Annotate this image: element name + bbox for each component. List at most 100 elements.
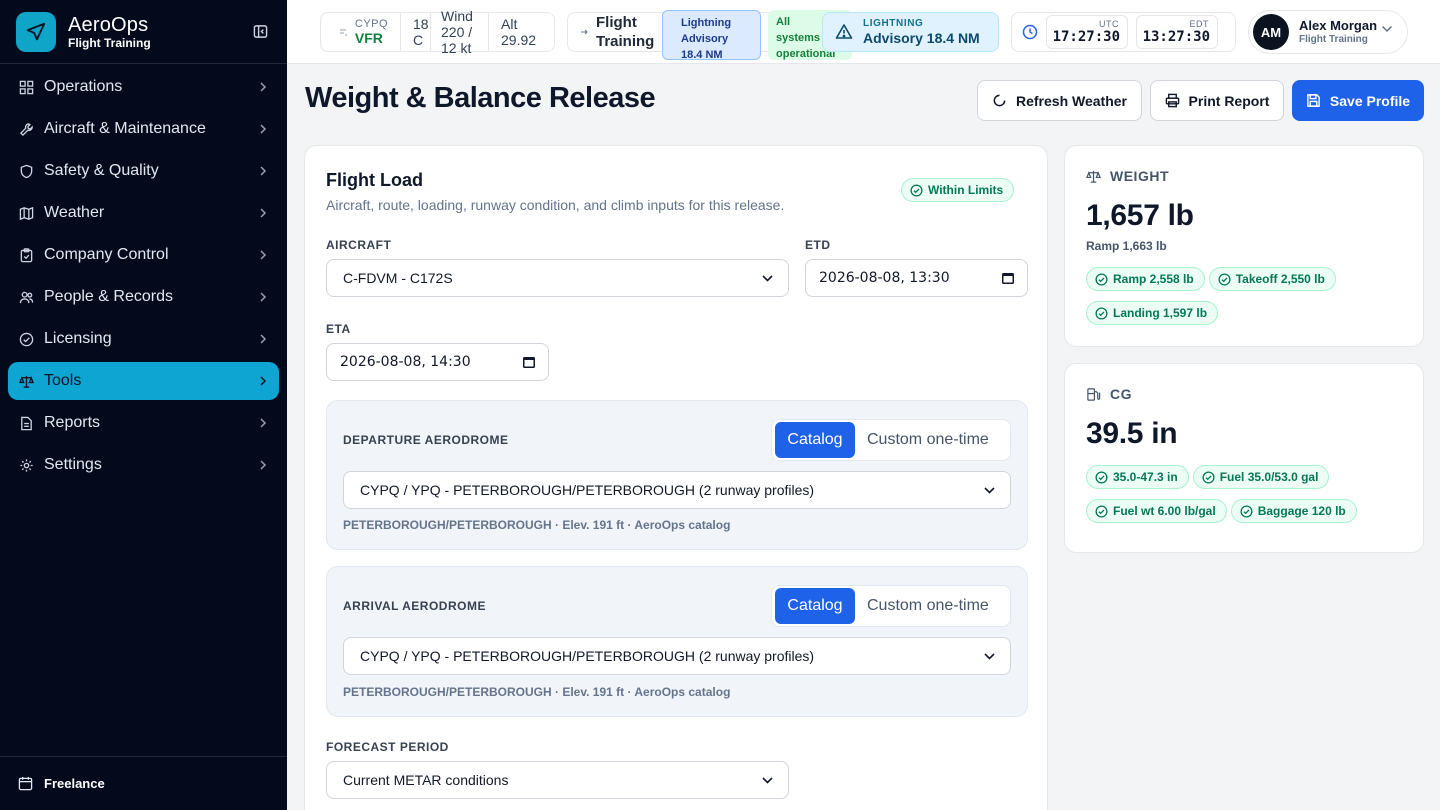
- chevron-right-icon: [257, 249, 269, 261]
- arrival-aerodrome-note: PETERBOROUGH/PETERBOROUGH · Elev. 191 ft…: [343, 685, 731, 699]
- sidebar-item-licensing[interactable]: Licensing: [8, 320, 279, 358]
- check-circle-icon: [1218, 272, 1231, 286]
- check-circle-icon: [1095, 504, 1108, 518]
- chevron-right-icon: [257, 165, 269, 177]
- map-icon: [18, 205, 34, 221]
- check-circle-icon: [910, 183, 923, 197]
- sidebar-item-label: Company Control: [44, 246, 169, 263]
- sidebar: AeroOps Flight Training Operations Aircr…: [0, 0, 287, 810]
- sidebar-item-people-records[interactable]: People & Records: [8, 278, 279, 316]
- cg-range-label: 35.0-47.3 in: [1113, 470, 1178, 484]
- departure-aerodrome-panel: DEPARTURE AERODROME Catalog Custom one-t…: [326, 400, 1028, 550]
- weather-station: CYPQ: [354, 18, 389, 30]
- flight-training-label-2: Training: [596, 33, 655, 50]
- sidebar-item-label: Operations: [44, 78, 123, 95]
- calendar-icon: [1001, 271, 1015, 285]
- forecast-period-label: FORECAST PERIOD: [326, 740, 449, 754]
- print-report-button[interactable]: Print Report: [1150, 80, 1284, 121]
- altimeter-value: 29.92: [501, 32, 537, 48]
- scale-icon: [1086, 168, 1102, 184]
- baggage-label: Baggage 120 lb: [1257, 504, 1346, 518]
- sidebar-item-aircraft-maintenance[interactable]: Aircraft & Maintenance: [8, 110, 279, 148]
- scale-icon: [18, 373, 34, 389]
- etd-input[interactable]: 2026-08-08, 13:30: [805, 259, 1028, 297]
- takeoff-limit-label: Takeoff 2,550 lb: [1235, 272, 1325, 286]
- sidebar-item-weather[interactable]: Weather: [8, 194, 279, 232]
- ramp-limit-badge: Ramp 2,558 lb: [1086, 267, 1205, 291]
- page-title: Weight & Balance Release: [305, 82, 656, 114]
- weight-limits: Ramp 2,558 lb Takeoff 2,550 lb Landing 1…: [1086, 267, 1406, 325]
- cg-card: CG 39.5 in 35.0-47.3 in Fuel 35.0/53.0 g…: [1064, 363, 1424, 553]
- lightning-advisory-chip[interactable]: LIGHTNING Advisory 18.4 NM: [822, 12, 999, 52]
- chevron-right-icon: [257, 291, 269, 303]
- brand-name: AeroOps: [68, 13, 149, 36]
- departure-aerodrome-select[interactable]: CYPQ / YPQ - PETERBOROUGH/PETERBOROUGH (…: [343, 471, 1011, 509]
- departure-catalog-tab[interactable]: Catalog: [775, 422, 855, 458]
- refresh-weather-button[interactable]: Refresh Weather: [977, 80, 1142, 121]
- local-label: EDT: [1189, 19, 1209, 29]
- sidebar-item-company-control[interactable]: Company Control: [8, 236, 279, 274]
- sidebar-collapse-icon[interactable]: [249, 21, 271, 43]
- within-limits-label: Within Limits: [928, 183, 1004, 197]
- forecast-period-value: Current METAR conditions: [343, 772, 509, 788]
- departure-aerodrome-note: PETERBOROUGH/PETERBOROUGH · Elev. 191 ft…: [343, 518, 731, 532]
- departure-custom-tab[interactable]: Custom one-time: [867, 431, 989, 449]
- chevron-right-icon: [257, 123, 269, 135]
- sidebar-item-safety-quality[interactable]: Safety & Quality: [8, 152, 279, 190]
- gear-icon: [18, 457, 34, 473]
- temperature-unit: C: [413, 32, 424, 48]
- print-report-label: Print Report: [1188, 92, 1270, 109]
- eta-value: 2026-08-08, 14:30: [340, 354, 471, 370]
- chevron-down-icon: [984, 650, 996, 662]
- user-name: Alex Morgan: [1299, 18, 1378, 33]
- plane-icon: [16, 11, 56, 52]
- route-icon: [580, 28, 588, 36]
- within-limits-badge: Within Limits: [901, 178, 1015, 202]
- landing-limit-badge: Landing 1,597 lb: [1086, 301, 1219, 325]
- arrival-catalog-tab[interactable]: Catalog: [775, 588, 855, 624]
- sidebar-item-operations[interactable]: Operations: [8, 68, 279, 106]
- sidebar-item-settings[interactable]: Settings: [8, 446, 279, 484]
- chevron-right-icon: [257, 417, 269, 429]
- eta-label: ETA: [326, 322, 351, 336]
- fuel-quantity-label: Fuel 35.0/53.0 gal: [1219, 470, 1319, 484]
- people-icon: [18, 289, 34, 305]
- refresh-icon: [992, 93, 1008, 109]
- lightning-mini-line-3: 18.4 NM: [681, 49, 723, 61]
- arrival-aerodrome-label: ARRIVAL AERODROME: [343, 599, 486, 613]
- workspace-label: Freelance: [44, 776, 105, 791]
- chevron-down-icon: [762, 774, 774, 786]
- eta-input[interactable]: 2026-08-08, 14:30: [326, 343, 549, 381]
- advisory-text: Advisory 18.4 NM: [863, 29, 980, 46]
- calendar-icon: [522, 355, 536, 369]
- sidebar-item-label: Aircraft & Maintenance: [44, 120, 206, 137]
- arrival-aerodrome-select[interactable]: CYPQ / YPQ - PETERBOROUGH/PETERBOROUGH (…: [343, 637, 1011, 675]
- user-menu[interactable]: AM Alex Morgan Flight Training: [1248, 10, 1408, 54]
- clipboard-icon: [18, 247, 34, 263]
- save-profile-button[interactable]: Save Profile: [1292, 80, 1424, 121]
- flight-training-chip[interactable]: Flight Training Lightning Advisory 18.4 …: [567, 10, 852, 61]
- flight-load-subtitle: Aircraft, route, loading, runway conditi…: [326, 197, 785, 213]
- lightning-mini-line-1: Lightning: [681, 17, 732, 29]
- utc-label: UTC: [1099, 19, 1119, 29]
- utc-clock: UTC 17:27:30: [1046, 15, 1128, 49]
- aircraft-select[interactable]: C-FDVM - C172S: [326, 259, 789, 297]
- forecast-period-select[interactable]: Current METAR conditions: [326, 761, 789, 799]
- clock-chip: UTC 17:27:30 EDT 13:27:30: [1011, 12, 1236, 52]
- landing-limit-label: Landing 1,597 lb: [1113, 306, 1208, 320]
- arrival-custom-tab[interactable]: Custom one-time: [867, 597, 989, 615]
- chevron-right-icon: [257, 81, 269, 93]
- sidebar-item-reports[interactable]: Reports: [8, 404, 279, 442]
- fuel-weight-badge: Fuel wt 6.00 lb/gal: [1086, 499, 1227, 523]
- brand: AeroOps Flight Training: [0, 0, 287, 64]
- sidebar-item-tools[interactable]: Tools: [8, 362, 279, 400]
- sidebar-footer-workspace[interactable]: Freelance: [0, 756, 287, 810]
- weather-summary-chip[interactable]: CYPQ VFR 18 C Wind 220 / 12 kt Alt 29.92: [320, 8, 555, 56]
- sidebar-item-label: People & Records: [44, 288, 173, 305]
- departure-source-toggle: Catalog Custom one-time: [771, 419, 1011, 461]
- lightning-mini-badge: Lightning Advisory 18.4 NM: [662, 10, 761, 61]
- sidebar-item-label: Licensing: [44, 330, 112, 347]
- wind-speed: 12 kt: [441, 40, 472, 56]
- cg-details: 35.0-47.3 in Fuel 35.0/53.0 gal Fuel wt …: [1086, 465, 1406, 523]
- warning-triangle-icon: [835, 23, 853, 41]
